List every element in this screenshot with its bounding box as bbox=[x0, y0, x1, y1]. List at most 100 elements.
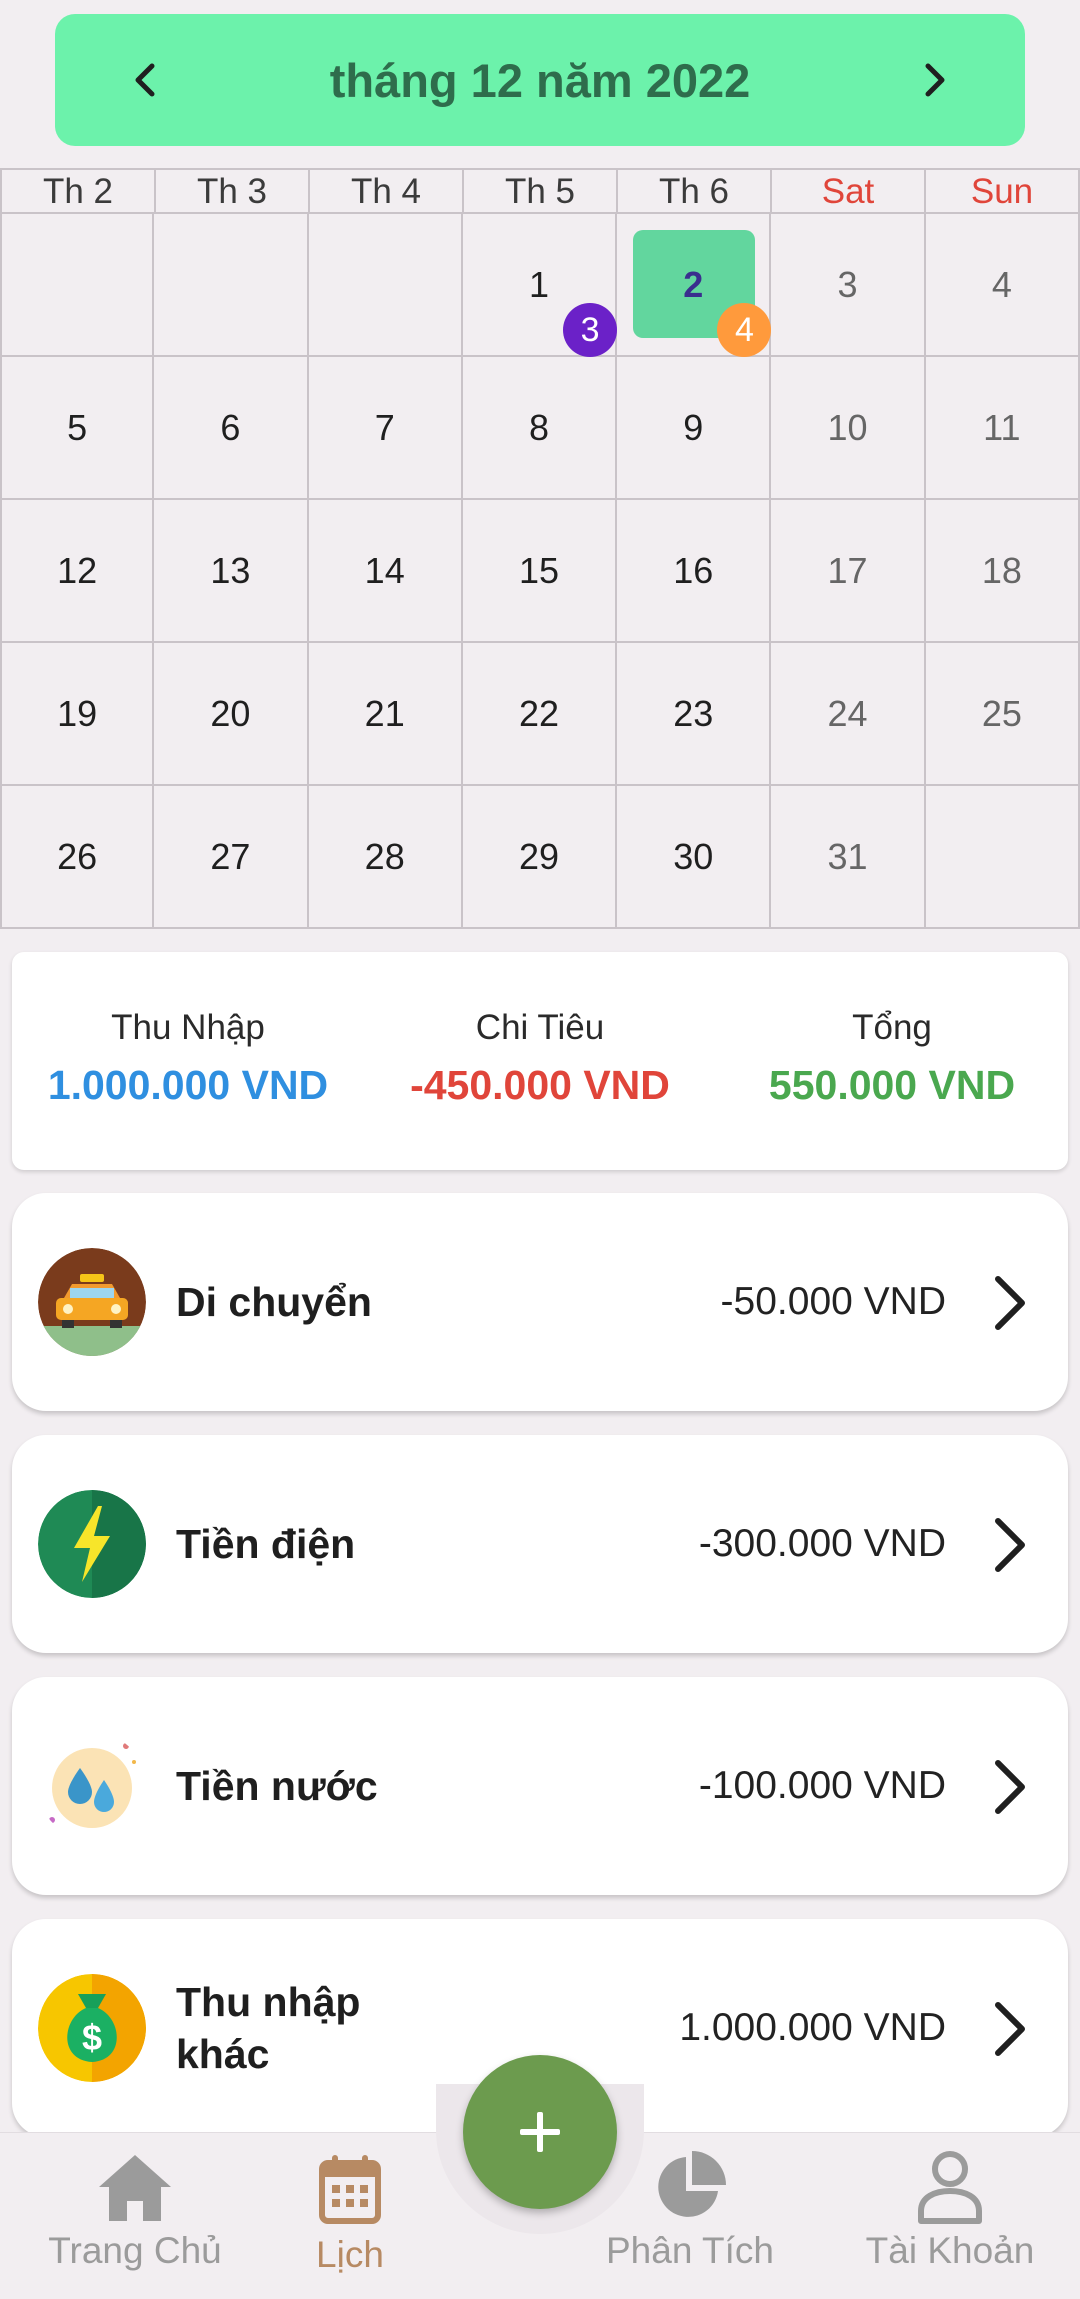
calendar-empty-cell bbox=[0, 214, 155, 357]
transaction-amount: 1.000.000 VND bbox=[679, 2006, 946, 2049]
chevron-right-icon bbox=[995, 1518, 1025, 1572]
expense-summary: Chi Tiêu -450.000 VND bbox=[364, 952, 716, 1170]
calendar-day[interactable]: 23 bbox=[617, 643, 772, 786]
day-number: 19 bbox=[57, 692, 98, 734]
calendar-day[interactable]: 13 bbox=[154, 500, 309, 643]
calendar-day[interactable]: 16 bbox=[617, 500, 772, 643]
month-title: tháng 12 năm 2022 bbox=[329, 53, 751, 107]
calendar-day[interactable]: 19 bbox=[0, 643, 155, 786]
calendar-day[interactable]: 29 bbox=[462, 786, 618, 929]
weekday-label: Th 2 bbox=[0, 170, 156, 212]
calendar-day[interactable]: 15 bbox=[462, 500, 618, 643]
calendar-day[interactable]: 6 bbox=[154, 357, 309, 500]
calendar-day[interactable]: 12 bbox=[0, 500, 155, 643]
day-number: 28 bbox=[364, 835, 405, 877]
day-number: 17 bbox=[827, 549, 868, 591]
calendar-day[interactable]: 11 bbox=[925, 357, 1080, 500]
money-bag-icon: $ bbox=[38, 1974, 146, 2082]
nav-home[interactable]: Trang Chủ bbox=[30, 2133, 240, 2299]
nav-calendar-label: Lịch bbox=[316, 2234, 384, 2275]
day-number: 10 bbox=[827, 406, 868, 448]
total-label: Tổng bbox=[852, 1008, 932, 1047]
transaction-amount: -50.000 VND bbox=[720, 1280, 946, 1323]
next-month-button[interactable] bbox=[875, 14, 995, 146]
day-number: 18 bbox=[981, 549, 1022, 591]
plus-icon bbox=[520, 2112, 560, 2152]
calendar-day[interactable]: 10 bbox=[771, 357, 926, 500]
transaction-count-badge: 4 bbox=[717, 303, 772, 357]
calendar-day[interactable]: 26 bbox=[0, 786, 155, 929]
calendar-day[interactable]: 13 bbox=[462, 214, 618, 357]
water-drops-icon bbox=[49, 1743, 136, 1828]
calendar-day[interactable]: 30 bbox=[617, 786, 772, 929]
lightning-icon bbox=[38, 1490, 146, 1598]
transaction-item[interactable]: Di chuyển -50.000 VND bbox=[12, 1193, 1068, 1411]
weekday-label: Sat bbox=[772, 170, 926, 212]
calendar-day[interactable]: 28 bbox=[308, 786, 463, 929]
transaction-amount: -100.000 VND bbox=[698, 1764, 946, 1807]
calendar-day[interactable]: 27 bbox=[154, 786, 309, 929]
calendar-day[interactable]: 14 bbox=[308, 500, 463, 643]
day-number: 26 bbox=[57, 835, 98, 877]
income-value: 1.000.000 VND bbox=[47, 1062, 329, 1108]
day-number: 13 bbox=[210, 549, 251, 591]
day-number: 29 bbox=[518, 835, 560, 877]
day-number: 8 bbox=[528, 406, 549, 448]
calendar-day[interactable]: 20 bbox=[154, 643, 309, 786]
user-icon bbox=[918, 2151, 982, 2224]
day-number: 12 bbox=[57, 549, 98, 591]
weekday-header: Th 2 Th 3 Th 4 Th 5 Th 6 Sat Sun bbox=[0, 170, 1080, 214]
expense-value: -450.000 VND bbox=[410, 1062, 670, 1108]
nav-home-label: Trang Chủ bbox=[48, 2230, 222, 2271]
calendar-day[interactable]: 22 bbox=[462, 643, 618, 786]
calendar-day[interactable]: 24 bbox=[617, 214, 772, 357]
calendar-day[interactable]: 18 bbox=[925, 500, 1080, 643]
day-number: 6 bbox=[220, 406, 241, 448]
home-icon bbox=[99, 2155, 171, 2221]
calendar-day[interactable]: 25 bbox=[925, 643, 1080, 786]
calendar-day[interactable]: 17 bbox=[771, 500, 926, 643]
day-number: 14 bbox=[364, 549, 405, 591]
pie-chart-icon bbox=[658, 2151, 726, 2217]
day-number: 1 bbox=[528, 263, 549, 305]
day-number: 21 bbox=[364, 692, 405, 734]
day-number: 16 bbox=[673, 549, 714, 591]
transaction-item[interactable]: Tiền nước -100.000 VND bbox=[12, 1677, 1068, 1895]
calendar-empty-cell bbox=[308, 214, 463, 357]
prev-month-button[interactable] bbox=[85, 14, 205, 146]
weekday-label: Th 4 bbox=[310, 170, 464, 212]
nav-calendar[interactable]: Lịch bbox=[270, 2133, 430, 2299]
calendar-day[interactable]: 31 bbox=[771, 786, 926, 929]
calendar-day[interactable]: 24 bbox=[771, 643, 926, 786]
day-number: 22 bbox=[518, 692, 560, 734]
calendar-day[interactable]: 8 bbox=[462, 357, 618, 500]
transaction-name: Tiền điện bbox=[176, 1521, 356, 1567]
calendar-day[interactable]: 4 bbox=[925, 214, 1080, 357]
transaction-name: Thu nhập khác bbox=[176, 1979, 361, 2077]
day-number: 23 bbox=[673, 692, 714, 734]
calendar: Th 2 Th 3 Th 4 Th 5 Th 6 Sat Sun 1324345… bbox=[0, 168, 1080, 929]
income-label: Thu Nhập bbox=[111, 1008, 265, 1047]
nav-analytics-label: Phân Tích bbox=[606, 2230, 774, 2271]
summary-card: Thu Nhập 1.000.000 VND Chi Tiêu -450.000… bbox=[12, 952, 1068, 1170]
add-transaction-button[interactable] bbox=[463, 2055, 617, 2209]
chevron-right-icon bbox=[925, 63, 945, 97]
day-number: 2 bbox=[683, 263, 704, 305]
weekday-label: Th 3 bbox=[156, 170, 310, 212]
calendar-day[interactable]: 7 bbox=[308, 357, 463, 500]
calendar-day[interactable]: 5 bbox=[0, 357, 155, 500]
day-number: 3 bbox=[837, 263, 858, 305]
day-number: 9 bbox=[683, 406, 704, 448]
transaction-item[interactable]: Tiền điện -300.000 VND bbox=[12, 1435, 1068, 1653]
calendar-day[interactable]: 9 bbox=[617, 357, 772, 500]
nav-account[interactable]: Tài Khoản bbox=[850, 2133, 1050, 2299]
transaction-name: Tiền nước bbox=[176, 1763, 378, 1809]
calendar-day[interactable]: 3 bbox=[771, 214, 926, 357]
weekday-label: Th 5 bbox=[464, 170, 618, 212]
calendar-empty-cell bbox=[154, 214, 309, 357]
calendar-grid: 1 3 2 4 3 4 5 6 7 8 9 10 11 12 13 14 15 16 17 18 19 20 21 22 23 2… bbox=[0, 214, 1080, 929]
calendar-day[interactable]: 21 bbox=[308, 643, 463, 786]
month-header: tháng 12 năm 2022 bbox=[55, 14, 1025, 146]
chevron-left-icon bbox=[135, 63, 155, 97]
day-number: 24 bbox=[827, 692, 868, 734]
